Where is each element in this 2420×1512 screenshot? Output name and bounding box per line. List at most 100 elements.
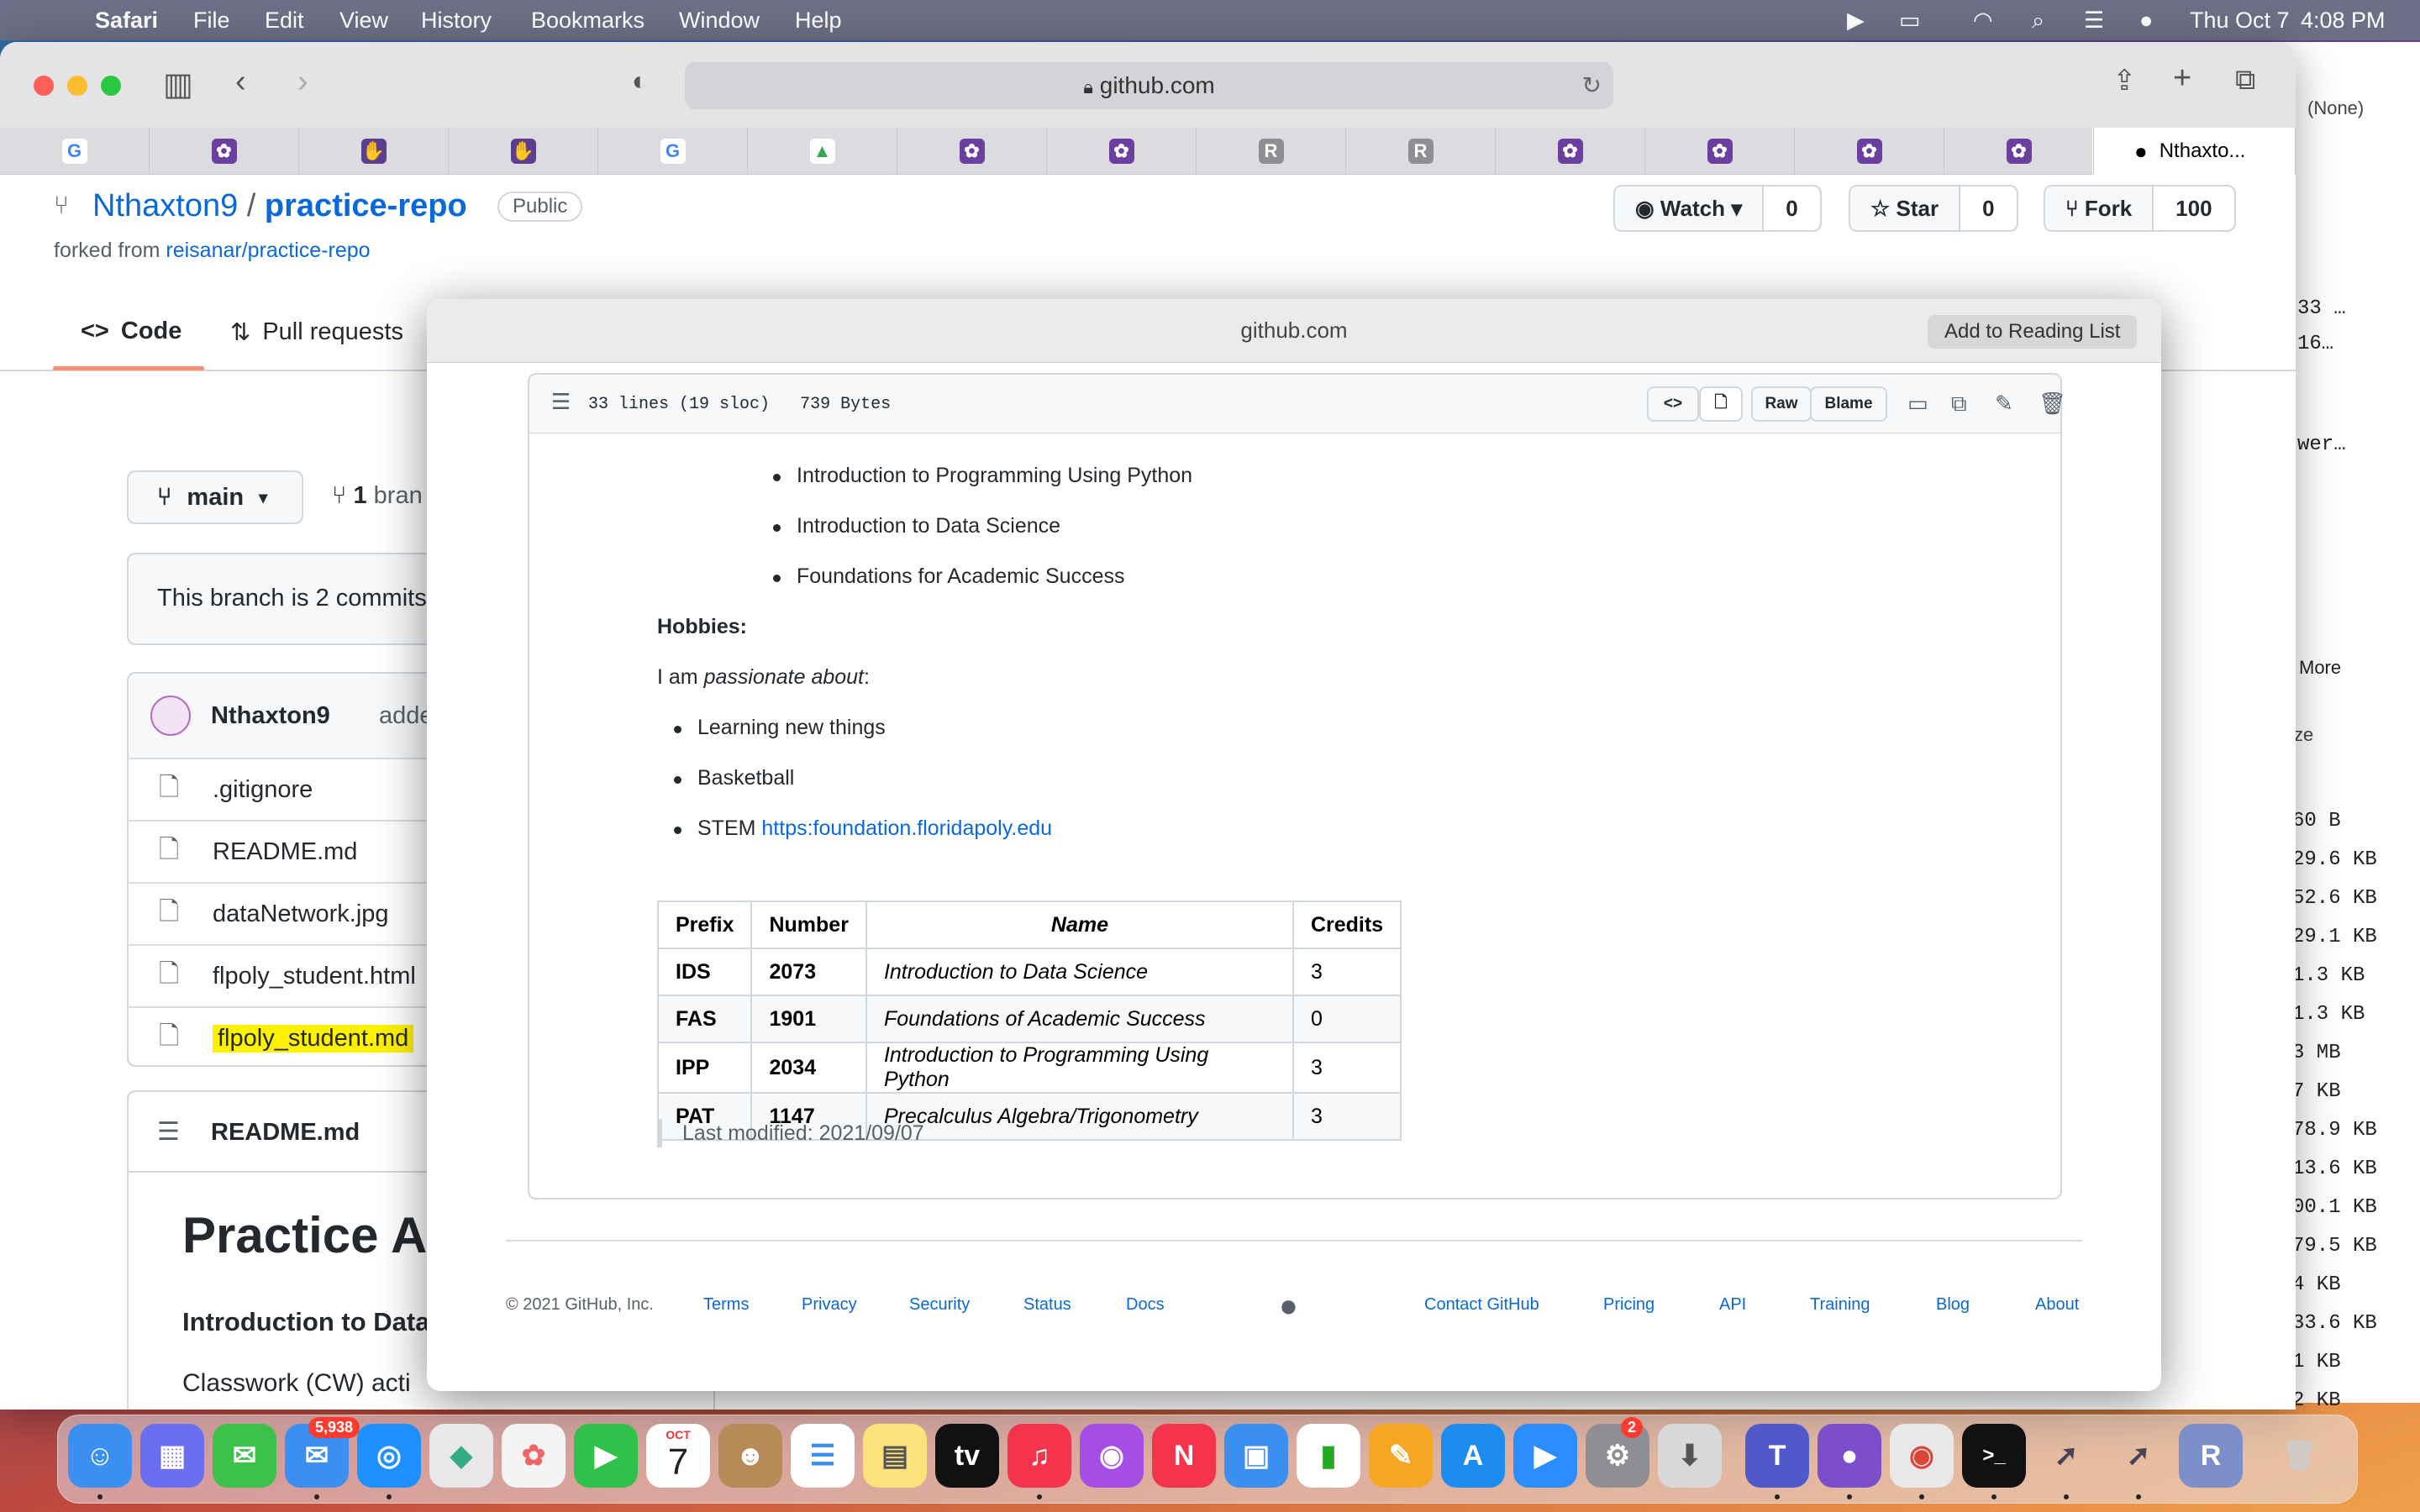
browser-tab[interactable]: ✋: [449, 128, 598, 175]
podcasts-icon[interactable]: ◉: [1080, 1424, 1144, 1488]
control-center-icon[interactable]: ☰: [2084, 8, 2104, 34]
fork-count[interactable]: 100: [2152, 186, 2234, 230]
star-count[interactable]: 0: [1959, 186, 2017, 230]
file-name[interactable]: flpoly_student.html: [213, 963, 416, 990]
avatar[interactable]: [150, 696, 191, 736]
battery-icon[interactable]: ▭: [1899, 8, 1921, 34]
sidebar-icon[interactable]: ▥: [163, 66, 193, 103]
chrome-icon[interactable]: ◉: [1890, 1424, 1954, 1488]
repo-owner-link[interactable]: Nthaxton9: [92, 188, 238, 223]
github-desktop-icon[interactable]: ●: [1818, 1424, 1881, 1488]
menu-bookmarks[interactable]: Bookmarks: [531, 8, 644, 34]
footer-link-security[interactable]: Security: [909, 1295, 970, 1315]
launchpad-icon[interactable]: ▦: [140, 1424, 204, 1488]
blame-button[interactable]: Blame: [1810, 386, 1887, 422]
siri-icon[interactable]: ●: [2139, 8, 2153, 34]
branch-selector[interactable]: ⑂ main ▾: [127, 470, 303, 524]
browser-tab[interactable]: ✿: [1795, 128, 1944, 175]
maps-icon[interactable]: ◆: [429, 1424, 493, 1488]
more-dropdown[interactable]: More: [2299, 657, 2341, 679]
menu-file[interactable]: File: [193, 8, 230, 34]
rocket-icon[interactable]: ➚: [2107, 1424, 2170, 1488]
branches-link[interactable]: ⑂ 1 bran: [332, 482, 423, 510]
copy-icon[interactable]: ⧉: [1951, 391, 1967, 417]
github-logo-icon[interactable]: ●: [1279, 1289, 1298, 1325]
footer-link-privacy[interactable]: Privacy: [802, 1295, 857, 1315]
menu-view[interactable]: View: [339, 8, 388, 34]
browser-tab[interactable]: ▲: [748, 128, 897, 175]
forward-icon[interactable]: ›: [297, 64, 308, 100]
installer-icon[interactable]: ⬇: [1658, 1424, 1722, 1488]
browser-tab[interactable]: ✿: [1944, 128, 2094, 175]
calendar-icon[interactable]: OCT 7: [646, 1424, 710, 1488]
repo-name-link[interactable]: practice-repo: [265, 188, 467, 223]
browser-tab[interactable]: ✿: [1047, 128, 1197, 175]
display-rendered-button[interactable]: 🗋︎: [1699, 386, 1743, 422]
commit-author[interactable]: Nthaxton9: [211, 702, 330, 730]
address-bar[interactable]: 🔒︎ github.com ↻: [685, 62, 1613, 109]
pages-icon[interactable]: ✎: [1369, 1424, 1433, 1488]
browser-tab[interactable]: R: [1346, 128, 1496, 175]
reload-icon[interactable]: ↻: [1582, 62, 1602, 109]
list-icon[interactable]: ☰: [157, 1117, 180, 1147]
news-icon[interactable]: N: [1152, 1424, 1216, 1488]
forked-from-link[interactable]: reisanar/practice-repo: [166, 239, 370, 262]
close-window-button[interactable]: [34, 76, 54, 96]
trash-icon[interactable]: 🗑︎: [2039, 391, 2066, 417]
footer-link-status[interactable]: Status: [1023, 1295, 1071, 1315]
file-name[interactable]: .gitignore: [213, 776, 313, 804]
footer-link-pricing[interactable]: Pricing: [1603, 1295, 1655, 1315]
terminal-icon[interactable]: >_: [1962, 1424, 2026, 1488]
safari-icon[interactable]: ◎: [357, 1424, 421, 1488]
music-icon[interactable]: ♫: [1007, 1424, 1071, 1488]
wifi-icon[interactable]: ◠: [1973, 8, 1993, 34]
finder-icon[interactable]: ☺: [68, 1424, 132, 1488]
reminders-icon[interactable]: ☰: [791, 1424, 855, 1488]
search-icon[interactable]: ⌕: [2032, 8, 2044, 34]
star-button[interactable]: ☆ Star 0: [1849, 185, 2018, 232]
menu-edit[interactable]: Edit: [265, 8, 304, 34]
menu-history[interactable]: History: [421, 8, 492, 34]
photos-icon[interactable]: ✿: [502, 1424, 566, 1488]
notes-icon[interactable]: ▤: [863, 1424, 927, 1488]
footer-link-contact[interactable]: Contact GitHub: [1424, 1295, 1539, 1315]
browser-tab[interactable]: ✿: [1645, 128, 1795, 175]
stem-link[interactable]: https:foundation.floridapoly.edu: [761, 816, 1052, 840]
browser-tab[interactable]: G: [598, 128, 748, 175]
privacy-shield-icon[interactable]: ◐: [632, 66, 648, 97]
watch-count[interactable]: 0: [1762, 186, 1820, 230]
app-store-icon[interactable]: A: [1441, 1424, 1505, 1488]
menu-time[interactable]: 4:08 PM: [2301, 8, 2386, 34]
numbers-icon[interactable]: ▮: [1297, 1424, 1360, 1488]
back-icon[interactable]: ‹: [235, 64, 246, 100]
pencil-icon[interactable]: ✎: [1995, 391, 2013, 417]
rocket-icon[interactable]: ➚: [2034, 1424, 2098, 1488]
browser-tab[interactable]: R: [1197, 128, 1346, 175]
share-icon[interactable]: ⇪: [2112, 64, 2137, 97]
size-column-header[interactable]: ze: [2294, 724, 2313, 746]
add-to-reading-list-button[interactable]: Add to Reading List: [1928, 315, 2138, 349]
browser-tab[interactable]: ✿: [1496, 128, 1645, 175]
file-name-highlighted[interactable]: flpoly_student.md: [213, 1024, 414, 1053]
apple-tv-icon[interactable]: tv: [935, 1424, 999, 1488]
contacts-icon[interactable]: ☻: [718, 1424, 782, 1488]
now-playing-icon[interactable]: ▶: [1847, 8, 1865, 34]
tab-active[interactable]: ● Nthaxto...: [2092, 128, 2296, 175]
footer-link-about[interactable]: About: [2035, 1295, 2079, 1315]
fork-button[interactable]: ⑂ Fork 100: [2044, 185, 2236, 232]
display-source-button[interactable]: <>: [1647, 386, 1699, 422]
file-name[interactable]: dataNetwork.jpg: [213, 900, 389, 928]
browser-tab[interactable]: ✋: [299, 128, 449, 175]
zoom-icon[interactable]: ▶: [1513, 1424, 1577, 1488]
menu-date[interactable]: Thu Oct 7: [2190, 8, 2290, 34]
messages-icon[interactable]: ✉: [213, 1424, 276, 1488]
raw-button[interactable]: Raw: [1751, 386, 1812, 422]
minimize-window-button[interactable]: [67, 76, 87, 96]
outline-icon[interactable]: ☰: [551, 390, 571, 415]
facetime-icon[interactable]: ▶: [574, 1424, 638, 1488]
footer-link-training[interactable]: Training: [1810, 1295, 1870, 1315]
file-name[interactable]: README.md: [213, 838, 357, 866]
tab-pull-requests[interactable]: ⇅ Pull requests: [230, 318, 403, 347]
menu-help[interactable]: Help: [795, 8, 842, 34]
footer-link-docs[interactable]: Docs: [1126, 1295, 1165, 1315]
